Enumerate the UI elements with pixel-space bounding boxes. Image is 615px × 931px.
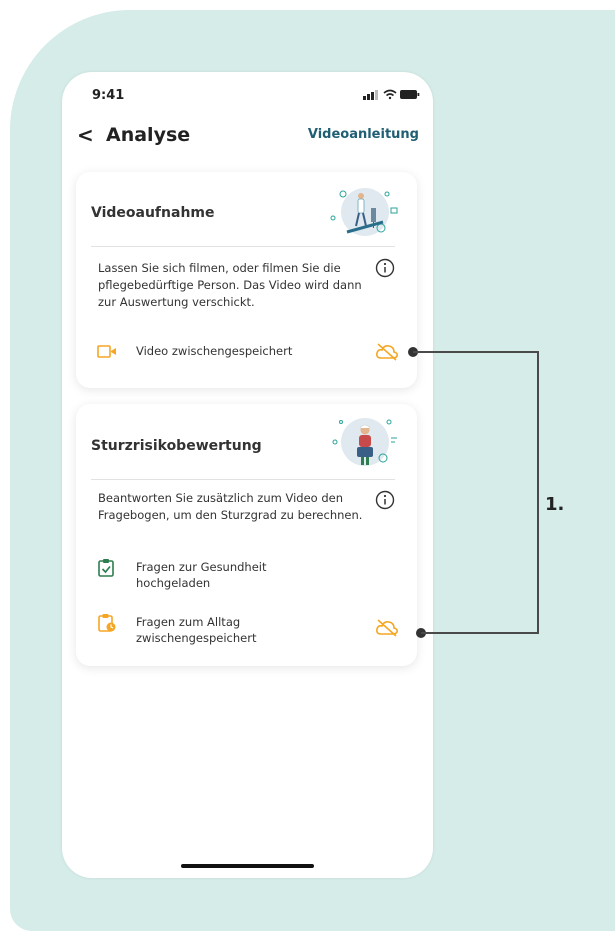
back-button[interactable]: < [77, 124, 94, 146]
list-item-health-questions[interactable]: Fragen zur Gesundheit hochgeladen [97, 558, 397, 594]
cloud-off-icon [376, 619, 398, 637]
video-camera-icon [97, 345, 116, 358]
header: < Analyse Videoanleitung [62, 124, 433, 150]
card-description: Beantworten Sie zusätzlich zum Video den… [98, 491, 363, 522]
fall-risk-illustration [332, 418, 397, 466]
clipboard-clock-icon [98, 614, 116, 632]
divider [91, 246, 395, 247]
callout-line [421, 632, 539, 634]
item-label-line1: Fragen zur Gesundheit [136, 560, 267, 574]
phone-screen: 9:41 < Analyse Videoanleitung Videoaufna… [62, 72, 433, 878]
video-recording-card[interactable]: Videoaufnahme Lassen Sie sich filmen, od… [76, 172, 417, 388]
item-label: Fragen zum Alltag zwischengespeichert [136, 614, 256, 646]
chevron-left-icon: < [77, 123, 94, 147]
info-icon[interactable] [375, 258, 395, 278]
clipboard-check-icon [98, 559, 114, 577]
card-title: Videoaufnahme [91, 205, 215, 221]
fall-risk-card[interactable]: Sturzrisikobewertung Beantworten Sie zus… [76, 404, 417, 666]
signal-icon [363, 90, 378, 100]
divider [91, 479, 395, 480]
video-recording-illustration [330, 188, 398, 236]
wifi-icon [383, 89, 397, 100]
info-icon[interactable] [375, 490, 395, 510]
status-icons [363, 89, 420, 100]
card-description: Lassen Sie sich filmen, oder filmen Sie … [98, 261, 362, 309]
page-title: Analyse [106, 124, 191, 146]
home-indicator[interactable] [181, 864, 314, 868]
battery-icon [400, 90, 420, 99]
callout-line [537, 351, 539, 634]
video-tutorial-link[interactable]: Videoanleitung [308, 127, 419, 142]
item-label-line2: hochgeladen [136, 576, 211, 590]
callout-line [413, 351, 539, 353]
item-label-line2: zwischengespeichert [136, 631, 257, 645]
callout-label: 1. [545, 494, 565, 515]
item-label: Video zwischengespeichert [136, 344, 293, 358]
list-item-daily-life-questions[interactable]: Fragen zum Alltag zwischengespeichert [97, 613, 398, 649]
card-title: Sturzrisikobewertung [91, 438, 262, 454]
item-label-line1: Fragen zum Alltag [136, 615, 241, 629]
list-item-video[interactable]: Video zwischengespeichert [97, 342, 398, 378]
cloud-off-icon [376, 343, 398, 361]
item-label: Fragen zur Gesundheit hochgeladen [136, 559, 267, 591]
status-time: 9:41 [92, 88, 125, 103]
